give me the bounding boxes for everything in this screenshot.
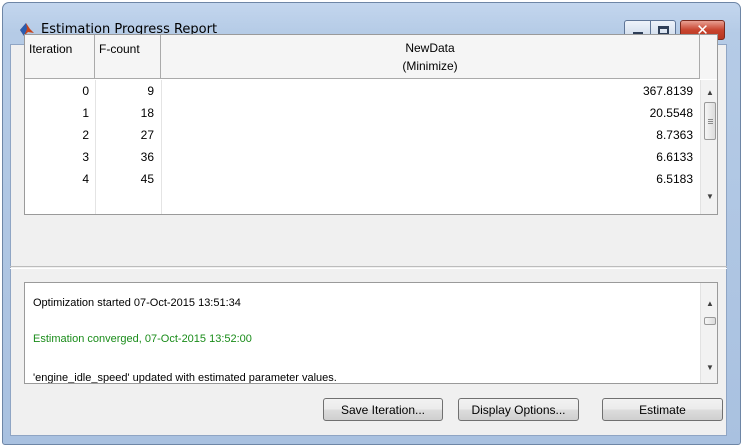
scrollbar-thumb[interactable] <box>704 102 716 140</box>
header-corner <box>700 35 717 79</box>
column-header-newdata-sublabel: (Minimize) <box>402 59 458 73</box>
table-header: Iteration F-count NewData (Minimize) <box>25 35 717 79</box>
cell-newdata: 6.6133 <box>656 150 693 164</box>
thumb-grip <box>708 123 713 124</box>
scroll-down-arrow-icon[interactable]: ▼ <box>701 359 717 375</box>
cell-fcount: 27 <box>140 128 154 142</box>
scroll-up-arrow-icon[interactable]: ▲ <box>701 295 717 311</box>
column-divider <box>161 80 162 214</box>
column-header-fcount[interactable]: F-count <box>95 35 161 79</box>
column-header-iteration[interactable]: Iteration <box>25 35 95 79</box>
cell-iteration: 1 <box>82 106 89 120</box>
estimation-log: Optimization started 07-Oct-2015 13:51:3… <box>24 282 718 384</box>
log-vertical-scrollbar[interactable]: ▲ ▼ <box>700 283 717 383</box>
thumb-grip <box>708 119 713 120</box>
table-row[interactable]: 0 9 367.8139 <box>25 80 700 102</box>
column-header-newdata-label: NewData <box>405 41 455 55</box>
log-line-started: Optimization started 07-Oct-2015 13:51:3… <box>33 297 241 309</box>
cell-fcount: 36 <box>140 150 154 164</box>
column-header-newdata[interactable]: NewData (Minimize) <box>161 35 700 79</box>
cell-iteration: 2 <box>82 128 89 142</box>
log-line-updated: 'engine_idle_speed' updated with estimat… <box>33 372 337 384</box>
panel-divider[interactable] <box>10 266 727 269</box>
cell-newdata: 20.5548 <box>649 106 693 120</box>
cell-iteration: 4 <box>82 172 89 186</box>
cell-fcount: 45 <box>140 172 154 186</box>
log-line-converged: Estimation converged, 07-Oct-2015 13:52:… <box>33 333 252 345</box>
scrollbar-thumb[interactable] <box>704 317 716 325</box>
thumb-grip <box>708 121 713 122</box>
column-divider <box>95 80 96 214</box>
cell-iteration: 3 <box>82 150 89 164</box>
table-row[interactable]: 1 18 20.5548 <box>25 102 700 124</box>
table-row[interactable]: 4 45 6.5183 <box>25 168 700 190</box>
table-row[interactable]: 3 36 6.6133 <box>25 146 700 168</box>
save-iteration-button[interactable]: Save Iteration... <box>323 398 443 421</box>
column-header-fcount-label: F-count <box>99 42 140 56</box>
table-body: 0 9 367.8139 1 18 20.5548 2 27 8.7363 3 … <box>25 80 700 214</box>
table-row[interactable]: 2 27 8.7363 <box>25 124 700 146</box>
iteration-table: Iteration F-count NewData (Minimize) 0 9… <box>24 34 718 215</box>
cell-fcount: 18 <box>140 106 154 120</box>
cell-newdata: 367.8139 <box>642 84 693 98</box>
table-vertical-scrollbar[interactable]: ▲ ▼ <box>700 80 717 214</box>
cell-newdata: 8.7363 <box>656 128 693 142</box>
scroll-down-arrow-icon[interactable]: ▼ <box>701 188 717 204</box>
cell-newdata: 6.5183 <box>656 172 693 186</box>
cell-iteration: 0 <box>82 84 89 98</box>
estimate-button[interactable]: Estimate <box>602 398 723 421</box>
display-options-button[interactable]: Display Options... <box>458 398 579 421</box>
column-header-iteration-label: Iteration <box>29 42 73 56</box>
cell-fcount: 9 <box>147 84 154 98</box>
scroll-up-arrow-icon[interactable]: ▲ <box>701 84 717 100</box>
